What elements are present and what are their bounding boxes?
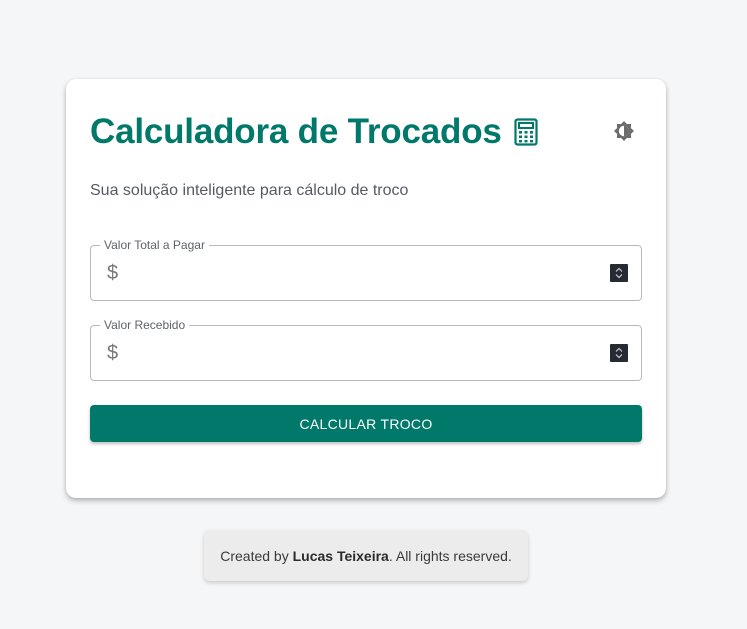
currency-prefix: $: [107, 262, 119, 284]
calculator-icon: [514, 118, 538, 146]
brightness-icon: [614, 121, 634, 141]
spinner-arrows-icon: [615, 347, 623, 359]
footer-suffix: . All rights reserved.: [388, 547, 512, 564]
spinner-arrows-icon: [615, 267, 623, 279]
footer-prefix: Created by: [220, 547, 293, 564]
footer-author: Lucas Teixeira: [292, 547, 389, 564]
page-title: Calculadora de Trocados: [90, 112, 502, 151]
title-row: Calculadora de Trocados: [90, 109, 538, 155]
received-amount-label: Valor Recebido: [100, 318, 190, 332]
received-amount-input[interactable]: [133, 336, 607, 372]
calculator-card: Calculadora de Trocados Sua solução inte…: [66, 79, 666, 498]
theme-toggle-button[interactable]: [612, 119, 636, 143]
page-subtitle: Sua solução inteligente para cálculo de …: [90, 182, 409, 199]
number-spinner[interactable]: [610, 264, 628, 282]
received-amount-field: Valor Recebido $: [90, 318, 642, 381]
total-amount-field: Valor Total a Pagar $: [90, 238, 642, 301]
currency-prefix: $: [107, 342, 119, 364]
number-spinner[interactable]: [610, 344, 628, 362]
calculate-change-button[interactable]: CALCULAR TROCO: [90, 405, 642, 442]
total-amount-input[interactable]: [133, 256, 607, 292]
footer: Created by Lucas Teixeira. All rights re…: [204, 530, 528, 581]
total-amount-label: Valor Total a Pagar: [100, 238, 209, 252]
